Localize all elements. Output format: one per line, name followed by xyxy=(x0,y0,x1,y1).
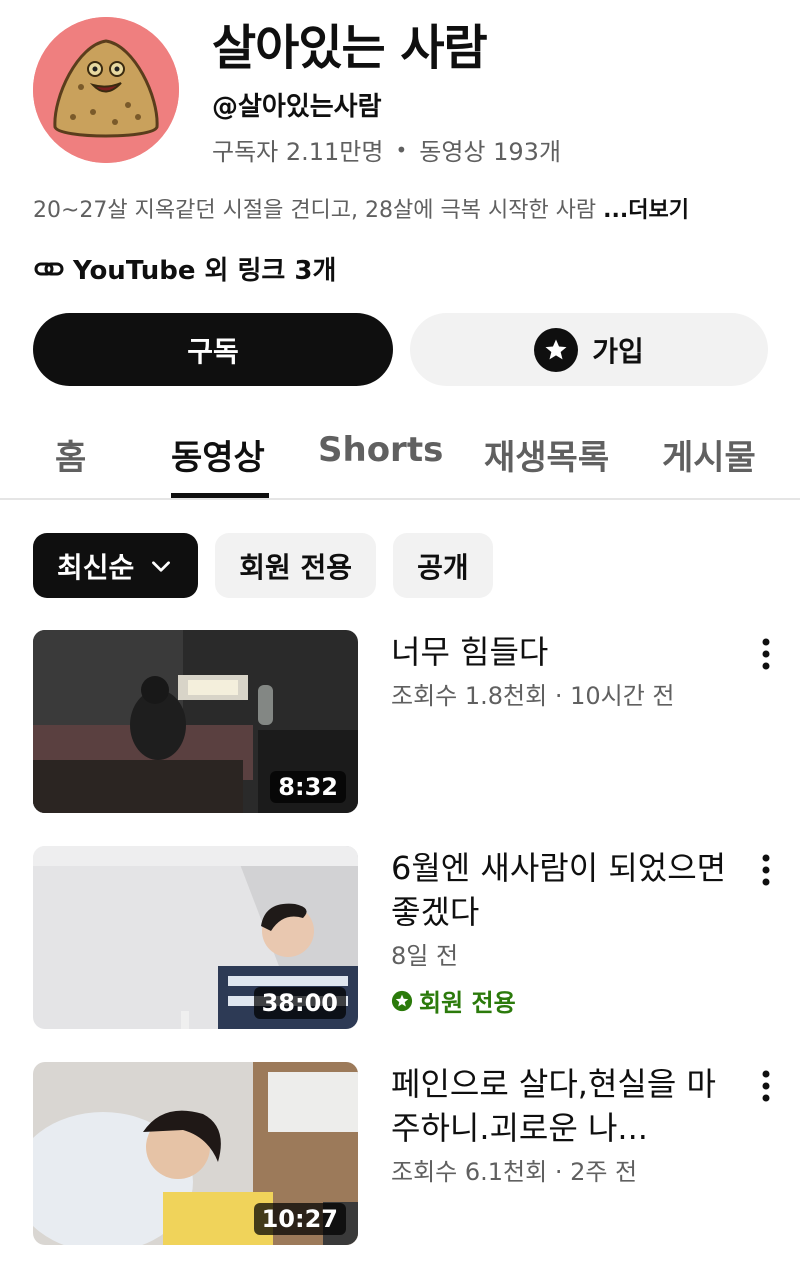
video-count: 동영상 193개 xyxy=(419,138,562,166)
link-icon xyxy=(34,262,64,275)
video-meta: 8일 전 xyxy=(391,942,459,970)
tab-posts[interactable]: 게시물 xyxy=(662,430,756,479)
more-options-icon[interactable] xyxy=(759,634,773,674)
channel-header: 살아있는 사람 @살아있는사람 구독자 2.11만명 • 동영상 193개 xyxy=(0,0,800,180)
video-thumbnail[interactable]: 8:32 xyxy=(33,630,358,813)
channel-stats: 구독자 2.11만명 • 동영상 193개 xyxy=(212,132,561,167)
sort-chip-label: 최신순 xyxy=(57,550,135,584)
channel-description[interactable]: 20~27살 지옥같던 시절을 견디고, 28살에 극복 시작한 사람 ...더… xyxy=(33,192,689,224)
chevron-down-icon xyxy=(152,560,171,572)
pou-avatar-icon xyxy=(33,17,179,163)
video-duration: 10:27 xyxy=(253,1203,346,1235)
video-duration: 8:32 xyxy=(270,771,346,803)
members-only-chip[interactable]: 회원 전용 xyxy=(215,533,377,598)
external-links-label: YouTube 외 링크 3개 xyxy=(73,256,337,286)
members-only-badge: 회원 전용 xyxy=(391,983,736,1018)
filter-chips: 최신순 회원 전용 공개 xyxy=(33,533,493,598)
more-options-icon[interactable] xyxy=(759,850,773,890)
tab-videos[interactable]: 동영상 xyxy=(171,430,265,479)
video-title[interactable]: 6월엔 새사람이 되었으면 좋겠다 xyxy=(391,846,736,934)
members-star-icon xyxy=(391,990,413,1011)
video-thumbnail[interactable]: 38:00 xyxy=(33,846,358,1029)
sort-chip[interactable]: 최신순 xyxy=(33,533,199,598)
video-item[interactable]: 38:00 6월엔 새사람이 되었으면 좋겠다 8일 전 회원 전용 xyxy=(33,846,773,1031)
subscribe-button[interactable]: 구독 xyxy=(33,313,393,386)
more-options-icon[interactable] xyxy=(759,1066,773,1106)
external-links[interactable]: YouTube 외 링크 3개 xyxy=(33,250,336,287)
star-icon xyxy=(534,327,579,372)
channel-tabs: 홈 동영상 Shorts 재생목록 게시물 xyxy=(0,410,800,500)
channel-name: 살아있는 사람 xyxy=(212,20,488,76)
video-title[interactable]: 페인으로 살다,현실을 마주하니.괴로운 나... xyxy=(391,1062,736,1150)
tab-playlists[interactable]: 재생목록 xyxy=(484,430,609,479)
join-button[interactable]: 가입 xyxy=(410,313,768,386)
separator-dot: • xyxy=(395,137,408,162)
subscriber-count: 구독자 2.11만명 xyxy=(212,138,384,166)
join-label: 가입 xyxy=(592,335,644,367)
tab-home[interactable]: 홈 xyxy=(55,430,86,479)
channel-handle: @살아있는사람 xyxy=(212,92,382,122)
video-info: 너무 힘들다 조회수 1.8천회 · 10시간 전 xyxy=(391,630,736,711)
video-meta: 조회수 6.1천회 · 2주 전 xyxy=(391,1158,638,1186)
video-thumbnail[interactable]: 10:27 xyxy=(33,1062,358,1245)
video-item[interactable]: 8:32 너무 힘들다 조회수 1.8천회 · 10시간 전 xyxy=(33,630,773,815)
channel-avatar[interactable] xyxy=(33,17,179,163)
public-chip[interactable]: 공개 xyxy=(393,533,493,598)
tab-shorts[interactable]: Shorts xyxy=(318,430,443,470)
video-duration: 38:00 xyxy=(253,987,346,1019)
description-text: 20~27살 지옥같던 시절을 견디고, 28살에 극복 시작한 사람 xyxy=(33,198,604,223)
video-title[interactable]: 너무 힘들다 xyxy=(391,630,736,674)
video-item[interactable]: 10:27 페인으로 살다,현실을 마주하니.괴로운 나... 조회수 6.1천… xyxy=(33,1062,773,1247)
more-link[interactable]: ...더보기 xyxy=(603,198,689,223)
video-meta: 조회수 1.8천회 · 10시간 전 xyxy=(391,682,675,710)
members-only-label: 회원 전용 xyxy=(419,989,516,1017)
active-tab-indicator xyxy=(171,493,269,498)
video-info: 6월엔 새사람이 되었으면 좋겠다 8일 전 회원 전용 xyxy=(391,846,736,1018)
video-info: 페인으로 살다,현실을 마주하니.괴로운 나... 조회수 6.1천회 · 2주… xyxy=(391,1062,736,1187)
